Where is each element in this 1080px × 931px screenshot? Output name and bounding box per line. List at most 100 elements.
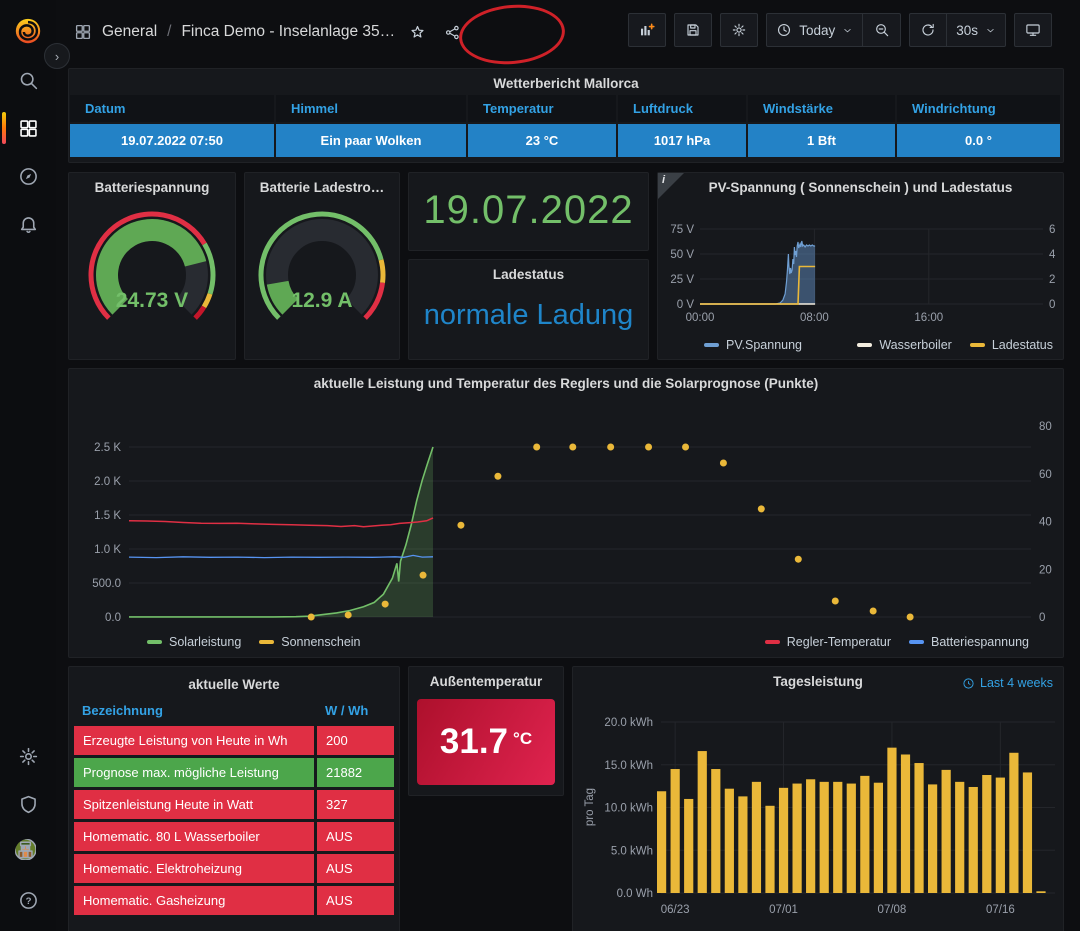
- weather-table-header: Datum Himmel Temperatur Luftdruck Windst…: [69, 95, 1063, 122]
- date-value: 19.07.2022: [409, 173, 648, 248]
- outside-temp-box: 31.7 °C: [417, 699, 555, 785]
- table-cell: Ein paar Wolken: [276, 124, 466, 157]
- bell-icon: [18, 214, 39, 235]
- tv-mode-button[interactable]: [1014, 13, 1052, 47]
- panel-daily-output: Tagesleistung Last 4 weeks 0.0 Wh5.0 kWh…: [572, 666, 1064, 931]
- panel-title[interactable]: Außentemperatur: [409, 667, 563, 693]
- legend-label: Batteriespannung: [931, 635, 1029, 649]
- charge-status-value: normale Ladung: [409, 286, 648, 345]
- dashboard-toolbar: Today 30s: [628, 13, 1052, 47]
- table-cell: 21882: [317, 758, 394, 787]
- zoom-out-time-button[interactable]: [863, 13, 901, 47]
- table-row: Erzeugte Leistung von Heute in Wh200: [74, 726, 394, 755]
- save-dashboard-button[interactable]: [674, 13, 712, 47]
- svg-text:0.0: 0.0: [105, 612, 121, 624]
- legend-item[interactable]: Batteriespannung: [909, 635, 1029, 649]
- sidebar-item-configuration[interactable]: [0, 736, 56, 776]
- sidebar-item-alerting[interactable]: [0, 204, 56, 244]
- panel-battery-voltage-gauge: Batteriespannung 24.73 V: [68, 172, 236, 360]
- svg-text:0: 0: [1039, 612, 1045, 624]
- share-icon: [444, 24, 461, 41]
- breadcrumb-section[interactable]: General: [102, 23, 157, 41]
- refresh-icon: [920, 22, 936, 38]
- column-header[interactable]: Windstärke: [748, 95, 895, 122]
- svg-text:07/16: 07/16: [986, 904, 1015, 916]
- refresh-interval-picker[interactable]: 30s: [947, 13, 1006, 47]
- svg-text:500.0: 500.0: [92, 578, 121, 590]
- column-header[interactable]: Windrichtung: [897, 95, 1060, 122]
- star-dashboard-button[interactable]: [405, 22, 430, 43]
- sidebar-item-search[interactable]: [0, 60, 56, 100]
- svg-text:10.0 kWh: 10.0 kWh: [604, 803, 653, 815]
- legend-item[interactable]: Wasserboiler: [857, 338, 951, 352]
- gauge-value: 12.9 A: [245, 289, 399, 313]
- battery-voltage-gauge: 24.73 V: [69, 201, 235, 351]
- time-range-picker[interactable]: Today: [766, 13, 863, 47]
- svg-text:0.0 Wh: 0.0 Wh: [617, 888, 653, 900]
- sidebar-item-help[interactable]: ?: [0, 880, 56, 920]
- column-header[interactable]: Datum: [70, 95, 274, 122]
- sidebar-expand-button[interactable]: ›: [44, 43, 70, 69]
- legend-item[interactable]: PV.Spannung: [704, 338, 802, 352]
- panel-title[interactable]: aktuelle Werte: [69, 667, 399, 696]
- share-dashboard-button[interactable]: [440, 22, 465, 43]
- sidebar-item-explore[interactable]: [0, 156, 56, 196]
- table-cell: 200: [317, 726, 394, 755]
- table-cell: 0.0 °: [897, 124, 1060, 157]
- panel-title[interactable]: Batteriespannung: [69, 173, 235, 199]
- legend-label: Ladestatus: [992, 338, 1053, 352]
- refresh-button[interactable]: [909, 13, 947, 47]
- add-panel-button[interactable]: [628, 13, 666, 47]
- save-icon: [685, 22, 701, 38]
- legend-label: Sonnenschein: [281, 635, 360, 649]
- legend-item[interactable]: Solarleistung: [147, 635, 241, 649]
- sidebar-item-server-admin[interactable]: [0, 784, 56, 824]
- legend-swatch: [765, 640, 780, 644]
- table-row: Spitzenleistung Heute in Watt327: [74, 790, 394, 819]
- table-cell: Prognose max. mögliche Leistung: [74, 758, 314, 787]
- add-panel-icon: [639, 22, 655, 38]
- column-header[interactable]: Temperatur: [468, 95, 616, 122]
- table-cell: 19.07.2022 07:50: [70, 124, 274, 157]
- column-header[interactable]: Bezeichnung: [74, 698, 314, 723]
- monitor-icon: [1025, 22, 1041, 38]
- sidebar-item-dashboards[interactable]: [0, 108, 56, 148]
- svg-text:0: 0: [1049, 299, 1055, 311]
- legend-swatch: [970, 343, 985, 347]
- svg-text:4: 4: [1049, 249, 1056, 261]
- sidebar-item-profile[interactable]: [0, 832, 56, 872]
- refresh-interval-label: 30s: [956, 23, 978, 38]
- column-header[interactable]: Luftdruck: [618, 95, 746, 122]
- panel-title[interactable]: Ladestatus: [409, 260, 648, 286]
- legend-swatch: [909, 640, 924, 644]
- legend-swatch: [704, 343, 719, 347]
- pv-chart-legend: PV.Spannung Wasserboiler Ladestatus: [704, 338, 1053, 352]
- time-picker-group: Today: [766, 13, 901, 47]
- breadcrumb-dashboard-title[interactable]: Finca Demo - Inselanlage 35…: [181, 23, 395, 41]
- svg-text:06/23: 06/23: [661, 904, 690, 916]
- panel-date: 19.07.2022: [408, 172, 649, 251]
- table-row: Homematic. ElektroheizungAUS: [74, 854, 394, 883]
- table-cell: Spitzenleistung Heute in Watt: [74, 790, 314, 819]
- annotation-ellipse: [457, 0, 568, 68]
- svg-text:20: 20: [1039, 564, 1052, 576]
- column-header[interactable]: Himmel: [276, 95, 466, 122]
- table-cell: Homematic. Elektroheizung: [74, 854, 314, 883]
- svg-text:25 V: 25 V: [670, 274, 694, 286]
- pv-chart: 0 V25 V50 V75 V024600:0008:0016:00: [658, 173, 1063, 359]
- dashboard-settings-button[interactable]: [720, 13, 758, 47]
- panel-title[interactable]: Wetterbericht Mallorca: [69, 69, 1063, 95]
- svg-text:20.0 kWh: 20.0 kWh: [604, 717, 653, 729]
- legend-item[interactable]: Ladestatus: [970, 338, 1053, 352]
- legend-label: Regler-Temperatur: [787, 635, 891, 649]
- table-row: Homematic. GasheizungAUS: [74, 886, 394, 915]
- dashboard-grid-icon: [74, 23, 92, 41]
- column-header[interactable]: W / Wh: [317, 698, 394, 723]
- legend-item[interactable]: Regler-Temperatur: [765, 635, 891, 649]
- help-icon: ?: [18, 890, 39, 911]
- legend-swatch: [259, 640, 274, 644]
- panel-title[interactable]: Batterie Ladestro…: [245, 173, 399, 199]
- legend-item[interactable]: Sonnenschein: [259, 635, 360, 649]
- grafana-logo[interactable]: [13, 16, 43, 46]
- weather-table-row: 19.07.2022 07:50 Ein paar Wolken 23 °C 1…: [69, 122, 1063, 159]
